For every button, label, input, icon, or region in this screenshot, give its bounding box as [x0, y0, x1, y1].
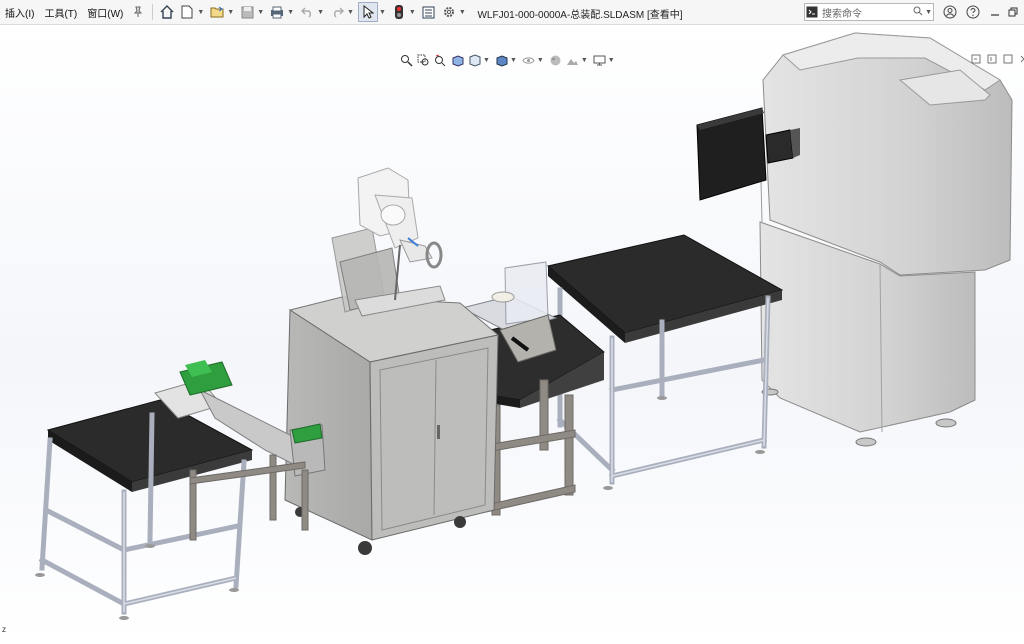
scene-dropdown-icon[interactable]: ▼	[581, 57, 588, 64]
new-document-icon[interactable]	[178, 3, 196, 21]
zoom-to-fit-icon[interactable]	[399, 53, 414, 68]
dynamic-annotation-icon[interactable]	[467, 53, 482, 68]
redo-icon[interactable]	[328, 3, 346, 21]
viewport-maximize-icon[interactable]	[1001, 52, 1015, 66]
graphics-viewport[interactable]: ▼ ▼ ▼ ▼ ▼ z	[0, 25, 1024, 644]
standard-toolbar: ▼ ▼ ▼ ▼ ▼ ▼ ▼ ▼ ▼	[157, 1, 468, 23]
menu-tools[interactable]: 工具(T)	[39, 5, 82, 20]
pin-icon[interactable]	[129, 3, 147, 21]
select-dropdown-icon[interactable]: ▼	[379, 9, 386, 16]
previous-view-icon[interactable]	[433, 53, 448, 68]
home-icon[interactable]	[158, 3, 176, 21]
save-dropdown-icon[interactable]: ▼	[257, 9, 264, 16]
view-settings-dropdown-icon[interactable]: ▼	[608, 57, 615, 64]
axis-label-z: z	[2, 625, 6, 634]
help-icon[interactable]	[964, 3, 982, 21]
document-title: WLFJ01-000-0000A-总装配.SLDASM [查看中]	[477, 10, 683, 21]
separator	[152, 4, 154, 20]
redo-dropdown-icon[interactable]: ▼	[347, 9, 354, 16]
view-settings-icon[interactable]	[592, 53, 607, 68]
left-worktable	[35, 399, 254, 620]
coordinate-triad: z	[2, 625, 6, 634]
rebuild-dropdown-icon[interactable]: ▼	[409, 9, 416, 16]
search-placeholder: 搜索命令	[822, 8, 862, 20]
robot-arm	[331, 167, 446, 317]
menu-insert[interactable]: 插入(I)	[0, 5, 39, 20]
section-view-icon[interactable]	[450, 53, 465, 68]
traffic-light-icon[interactable]	[390, 3, 408, 21]
search-icon[interactable]	[913, 6, 925, 19]
title-bar: 插入(I) 工具(T) 窗口(W) ▼ ▼ ▼ ▼ ▼ ▼ ▼ ▼ ▼ WLFJ…	[0, 0, 1024, 25]
print-dropdown-icon[interactable]: ▼	[287, 9, 294, 16]
search-dropdown-icon[interactable]: ▼	[925, 9, 932, 16]
new-dropdown-icon[interactable]: ▼	[197, 9, 204, 16]
zoom-to-area-icon[interactable]	[416, 53, 431, 68]
open-dropdown-icon[interactable]: ▼	[227, 9, 234, 16]
viewport-close-icon[interactable]	[1017, 52, 1024, 66]
view-orientation-dropdown-icon[interactable]: ▼	[483, 57, 490, 64]
display-style-dropdown-icon[interactable]: ▼	[510, 57, 517, 64]
assembly-model	[35, 32, 1013, 620]
viewport-expand-icon[interactable]	[969, 52, 983, 66]
user-account-icon[interactable]	[941, 3, 959, 21]
minimize-icon[interactable]	[986, 3, 1004, 21]
viewport-restore-icon[interactable]	[985, 52, 999, 66]
print-icon[interactable]	[268, 3, 286, 21]
save-icon[interactable]	[238, 3, 256, 21]
command-prompt-icon	[805, 5, 819, 19]
restore-icon[interactable]	[1004, 3, 1022, 21]
edit-appearance-icon[interactable]	[548, 53, 563, 68]
menu-window[interactable]: 窗口(W)	[82, 5, 128, 20]
display-style-icon[interactable]	[494, 53, 509, 68]
command-search-box[interactable]: 搜索命令 ▼	[804, 3, 934, 21]
heads-up-view-toolbar: ▼ ▼ ▼ ▼ ▼	[398, 52, 618, 68]
undo-dropdown-icon[interactable]: ▼	[317, 9, 324, 16]
select-cursor-icon[interactable]	[357, 2, 378, 22]
hide-show-items-icon[interactable]	[521, 53, 536, 68]
open-folder-icon[interactable]	[208, 3, 226, 21]
undo-icon[interactable]	[298, 3, 316, 21]
apply-scene-icon[interactable]	[565, 53, 580, 68]
machine-enclosure	[759, 32, 1013, 447]
hide-show-dropdown-icon[interactable]: ▼	[537, 57, 544, 64]
viewport-window-controls	[968, 52, 1024, 66]
